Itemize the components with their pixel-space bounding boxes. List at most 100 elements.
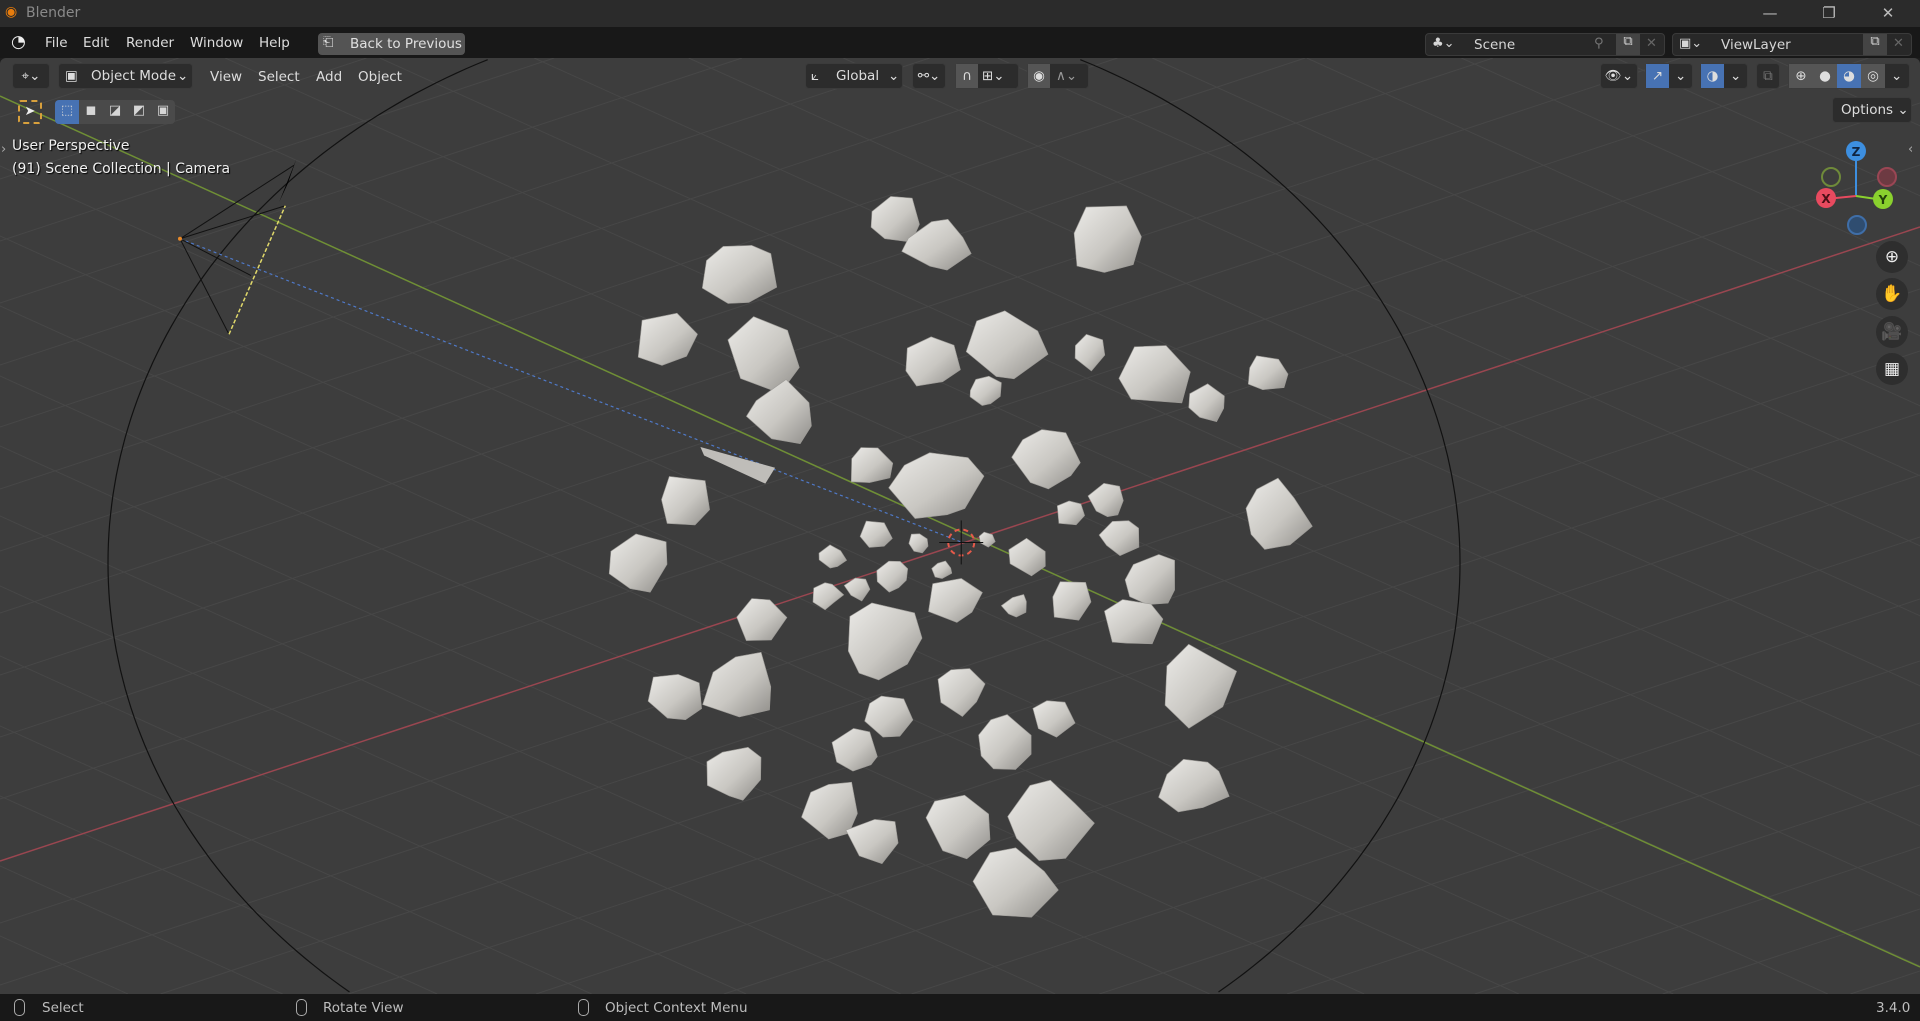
selectability-visibility-dropdown[interactable]: 👁⌄ xyxy=(1600,63,1638,89)
menu-file[interactable]: File xyxy=(45,35,68,51)
chevron-down-icon[interactable]: ⌄ xyxy=(1891,64,1902,88)
grid-line xyxy=(0,865,283,994)
gizmo-icon[interactable]: ↗ xyxy=(1646,64,1669,88)
blender-logo-icon: ◉ xyxy=(5,4,18,20)
neg-z-axis-handle[interactable] xyxy=(1847,215,1867,235)
rock-fragment xyxy=(812,582,845,611)
grid-line xyxy=(0,58,743,304)
overlays-icon[interactable]: ◑ xyxy=(1701,64,1724,88)
editor-type-button[interactable]: ⌖⌄ xyxy=(12,63,50,89)
select-subtract-icon[interactable]: ◪ xyxy=(103,100,127,122)
menu-add[interactable]: Add xyxy=(316,69,342,85)
maximize-button[interactable]: ❐ xyxy=(1809,2,1849,24)
toolbar-expand-arrow-icon[interactable]: › xyxy=(1,142,6,157)
delete-view-layer-icon[interactable]: ✕ xyxy=(1893,36,1904,51)
perspective-toggle-button[interactable]: ▦ xyxy=(1876,353,1908,385)
select-invert-icon[interactable]: ◩ xyxy=(127,100,151,122)
rock-fragment xyxy=(702,651,772,718)
solid-shading-icon[interactable]: ● xyxy=(1813,64,1837,88)
duplicate-view-layer-icon[interactable]: ⧉ xyxy=(1863,34,1887,55)
menu-edit[interactable]: Edit xyxy=(83,35,109,51)
overlays-toggle[interactable]: ◑ ⌄ xyxy=(1700,63,1748,89)
menu-help[interactable]: Help xyxy=(259,35,290,51)
rock-fragment xyxy=(1074,334,1106,372)
rendered-shading-icon[interactable]: ◎ xyxy=(1861,64,1885,88)
gizmo-toggle[interactable]: ↗ ⌄ xyxy=(1645,63,1693,89)
grid-line xyxy=(0,58,1681,614)
snap-increment-icon[interactable]: ⊞⌄ xyxy=(982,64,1005,88)
menu-render[interactable]: Render xyxy=(126,35,174,51)
view-layer-selector[interactable]: ▣⌄ ViewLayer ⧉ ✕ xyxy=(1672,33,1912,56)
blender-menu-icon[interactable]: ◔ xyxy=(11,32,26,52)
rock-fragment xyxy=(965,310,1049,380)
grid-line xyxy=(70,58,1920,897)
zoom-view-button[interactable]: ⊕ xyxy=(1876,241,1908,273)
menu-select[interactable]: Select xyxy=(258,69,300,85)
pin-icon[interactable]: ⚲ xyxy=(1594,36,1604,51)
wireframe-shading-icon[interactable]: ⊕ xyxy=(1789,64,1813,88)
menu-object[interactable]: Object xyxy=(358,69,402,85)
pan-view-button[interactable]: ✋ xyxy=(1876,278,1908,310)
select-new-icon[interactable]: ⬚ xyxy=(55,100,79,124)
grid-line xyxy=(0,725,592,994)
xray-toggle[interactable]: ⧉ xyxy=(1756,63,1780,89)
status-select: Select xyxy=(42,1000,84,1016)
delete-scene-icon[interactable]: ✕ xyxy=(1646,36,1657,51)
shading-modes[interactable]: ⊕ ● ◕ ◎ ⌄ xyxy=(1788,63,1910,89)
grid-line xyxy=(0,795,438,994)
pivot-point-dropdown[interactable]: ⚯⌄ xyxy=(912,63,946,89)
select-extend-icon[interactable]: ◼ xyxy=(79,100,103,122)
select-intersect-icon[interactable]: ▣ xyxy=(151,100,175,122)
status-rotate-view: Rotate View xyxy=(323,1000,404,1016)
chevron-down-icon: ⌄ xyxy=(1897,102,1909,118)
neg-y-axis-handle[interactable] xyxy=(1821,167,1841,187)
chevron-down-icon[interactable]: ⌄ xyxy=(1675,64,1686,88)
proportional-edit-icon[interactable]: ◉ xyxy=(1028,64,1050,88)
3d-viewport[interactable]: ⌖⌄ ▣ Object Mode ⌄ View Select Add Objec… xyxy=(0,58,1920,994)
falloff-curve-icon[interactable]: ∧⌄ xyxy=(1056,64,1077,88)
close-button[interactable]: ✕ xyxy=(1868,2,1908,24)
mouse-middle-icon xyxy=(296,999,307,1016)
scene-selector[interactable]: ♣⌄ Scene ⚲ ⧉ ✕ xyxy=(1425,33,1665,56)
rock-fragment xyxy=(637,312,698,366)
snap-magnet-icon[interactable]: ∩ xyxy=(956,64,978,88)
back-to-previous-button[interactable]: ⎗ Back to Previous xyxy=(318,33,465,55)
minimize-button[interactable]: — xyxy=(1750,2,1790,24)
object-mode-icon: ▣ xyxy=(65,68,78,84)
rock-fragment xyxy=(706,746,762,801)
viewport-scene[interactable] xyxy=(0,58,1920,994)
options-dropdown[interactable]: Options ⌄ xyxy=(1832,97,1912,123)
rock-fragment xyxy=(888,452,985,519)
chevron-down-icon[interactable]: ⌄ xyxy=(1730,64,1741,88)
rock-fragment xyxy=(1087,482,1124,518)
grid-line xyxy=(224,58,1920,827)
camera-view-button[interactable]: 🎥 xyxy=(1876,316,1908,348)
rock-fragment xyxy=(937,668,986,717)
camera-origin xyxy=(178,236,183,241)
grid-icon: ▦ xyxy=(1883,359,1901,379)
rock-fragment xyxy=(1052,581,1092,621)
zoom-icon: ⊕ xyxy=(1884,247,1900,267)
camera-frustum-edge xyxy=(179,238,252,276)
menu-window[interactable]: Window xyxy=(190,35,243,51)
rock-fragment xyxy=(1188,383,1225,423)
material-preview-shading-icon[interactable]: ◕ xyxy=(1837,64,1861,88)
camera-frustum-edge xyxy=(179,205,286,240)
scene-name[interactable]: Scene xyxy=(1474,37,1515,53)
rock-fragment xyxy=(978,531,996,548)
rock-fragment xyxy=(1008,537,1046,577)
navigation-gizmo[interactable]: Z X Y xyxy=(1800,138,1910,248)
rock-fragment xyxy=(1073,205,1142,273)
view-layer-name[interactable]: ViewLayer xyxy=(1721,37,1791,53)
menu-view[interactable]: View xyxy=(210,69,242,85)
transform-orientation-dropdown[interactable]: ⟀ Global ⌄ xyxy=(805,63,903,89)
duplicate-scene-icon[interactable]: ⧉ xyxy=(1616,34,1640,55)
object-mode-label: Object Mode xyxy=(91,68,177,84)
options-label: Options xyxy=(1841,102,1894,118)
proportional-editing-controls[interactable]: ◉ ∧⌄ xyxy=(1027,63,1089,89)
status-context-menu: Object Context Menu xyxy=(605,1000,748,1016)
neg-x-axis-handle[interactable] xyxy=(1877,167,1897,187)
snapping-controls[interactable]: ∩ ⊞⌄ xyxy=(955,63,1019,89)
select-tool-icon[interactable]: ➤ xyxy=(18,100,42,124)
object-mode-dropdown[interactable]: ▣ Object Mode ⌄ xyxy=(58,63,193,89)
